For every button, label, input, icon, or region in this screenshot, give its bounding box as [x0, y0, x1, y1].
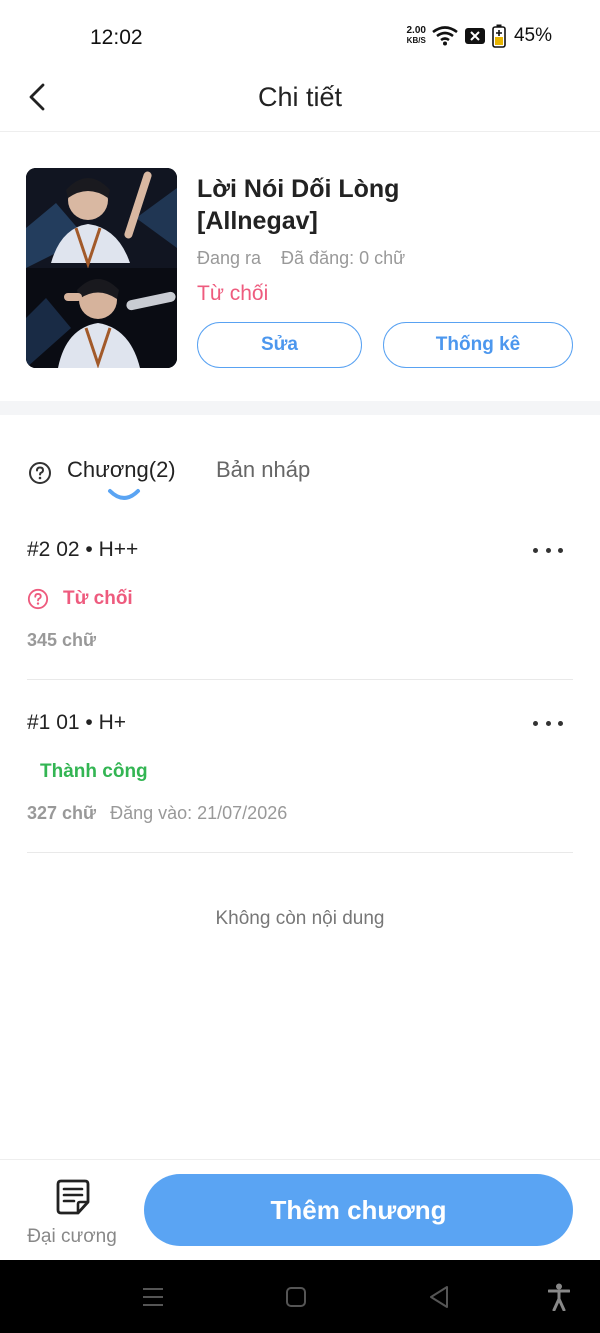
document-icon — [56, 1179, 90, 1215]
posted-word-count: Đã đăng: 0 chữ — [281, 248, 406, 268]
page-title: Chi tiết — [257, 82, 343, 112]
status-icons: 2.00 KB/S 45% — [406, 24, 552, 48]
chapter-meta: 327 chữ Đăng vào: 21/07/2026 — [27, 803, 287, 824]
outline-label: Đại cương — [27, 1226, 117, 1247]
more-options-button[interactable] — [533, 540, 563, 560]
sim-error-icon — [464, 28, 485, 44]
chapter-meta: 345 chữ — [27, 630, 96, 651]
tab-chapters[interactable]: Chương(2) — [67, 457, 176, 483]
outline-button[interactable]: Đại cương — [22, 1174, 122, 1250]
chapter-status-label: Thành công — [40, 761, 148, 782]
more-dot — [545, 720, 551, 726]
book-title: Lời Nói Dối Lòng [Allnegav] — [197, 175, 400, 235]
cover-artwork — [26, 168, 177, 368]
more-dot — [558, 547, 563, 553]
tab-bar: Chương(2) Bản nháp — [0, 445, 600, 515]
home-icon[interactable] — [285, 1286, 307, 1308]
bottom-action-bar: Đại cương Thêm chương — [0, 1159, 600, 1260]
book-cover-image[interactable] — [26, 168, 177, 368]
help-icon[interactable] — [27, 588, 49, 610]
chapter-publish-date: Đăng vào: 21/07/2026 — [110, 803, 288, 823]
app-header: Chi tiết — [0, 72, 600, 132]
end-of-list-message: Không còn nội dung — [215, 908, 385, 929]
active-tab-indicator — [108, 489, 140, 500]
edit-button[interactable]: Sửa — [197, 322, 362, 368]
section-divider — [0, 401, 600, 415]
wifi-icon — [432, 26, 458, 46]
more-dot — [533, 720, 538, 726]
chapter-status: Thành công — [40, 761, 148, 783]
book-info-card: Lời Nói Dối Lòng [Allnegav] Đang ra Đã đ… — [0, 133, 600, 401]
book-review-status: Từ chối — [197, 282, 269, 305]
book-meta: Đang ra Đã đăng: 0 chữ — [197, 248, 405, 269]
battery-charging-icon — [492, 24, 506, 48]
more-dot — [533, 547, 538, 553]
more-options-button[interactable] — [533, 713, 563, 733]
accessibility-icon[interactable] — [548, 1283, 570, 1311]
add-chapter-button[interactable]: Thêm chương — [144, 1174, 573, 1246]
book-state: Đang ra — [197, 248, 262, 268]
network-speed: 2.00 KB/S — [406, 25, 426, 46]
chapter-title: #2 02 • H++ — [27, 538, 139, 561]
chapter-status-label: Từ chối — [63, 588, 133, 609]
back-triangle-icon[interactable] — [428, 1285, 450, 1309]
menu-icon[interactable] — [142, 1286, 164, 1308]
statistics-button[interactable]: Thống kê — [383, 322, 573, 368]
system-nav-bar — [0, 1260, 600, 1333]
chapter-item[interactable]: #1 01 • H+ Thành công 327 chữ Đăng vào: … — [27, 693, 573, 853]
chapter-item[interactable]: #2 02 • H++ Từ chối 345 chữ — [27, 520, 573, 680]
status-bar: 12:02 2.00 KB/S 45% — [0, 0, 600, 72]
more-dot — [545, 547, 551, 553]
more-dot — [558, 720, 563, 726]
chapter-word-count: 327 chữ — [27, 803, 97, 823]
status-time: 12:02 — [90, 26, 143, 49]
help-icon[interactable] — [28, 461, 52, 485]
battery-level: 45% — [513, 25, 552, 46]
chapter-status: Từ chối — [27, 588, 133, 610]
tab-drafts[interactable]: Bản nháp — [216, 457, 310, 483]
chapter-word-count: 345 chữ — [27, 630, 97, 650]
chapter-title: #1 01 • H+ — [27, 711, 127, 734]
